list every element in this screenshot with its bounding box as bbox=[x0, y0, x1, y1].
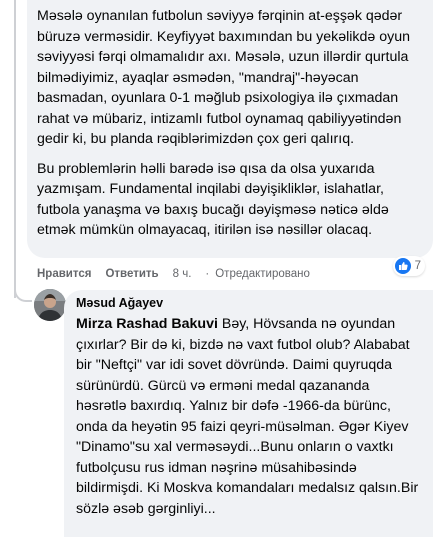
comment-paragraph: Bu problemlərin həlli barədə isə qısa da… bbox=[37, 160, 389, 239]
comment-timestamp[interactable]: 8 ч. bbox=[173, 268, 192, 280]
avatar[interactable] bbox=[34, 289, 66, 321]
like-button[interactable]: Нравится bbox=[37, 268, 91, 280]
thread-line bbox=[14, 0, 16, 298]
comment-author[interactable]: Məsud Ağayev bbox=[76, 295, 421, 312]
reply-button[interactable]: Ответить bbox=[105, 268, 158, 280]
mention-link[interactable]: Mirza Rashad Bakuvi bbox=[76, 316, 218, 332]
separator-dot: · bbox=[205, 268, 210, 280]
comment-text: Bəy, Hövsanda nə oyundan çıxırlar? Bir d… bbox=[76, 316, 419, 517]
comment-paragraph: Məsələ oynanılan futbolun səviyyə fərqin… bbox=[37, 8, 411, 147]
thread-connector bbox=[14, 282, 32, 302]
comment-actions: Нравится Ответить 8 ч. · Отредактировано bbox=[37, 266, 433, 282]
comment-bubble: Məsələ oynanılan futbolun səviyyə fərqin… bbox=[27, 0, 433, 258]
reply-comment-bubble: Məsud Ağayev Mirza Rashad Bakuvi Bəy, Hö… bbox=[64, 290, 433, 537]
edited-label: Отредактировано bbox=[215, 268, 310, 280]
